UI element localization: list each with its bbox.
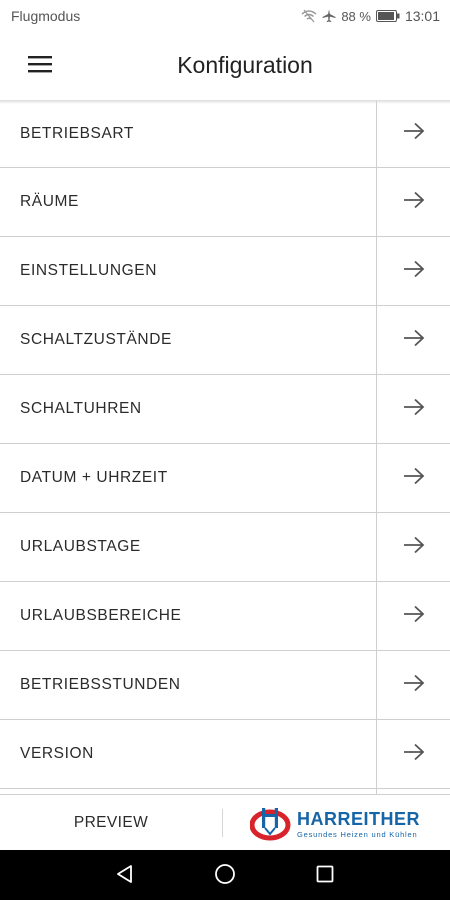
arrow-right-icon [403, 329, 425, 352]
row-arrow-button[interactable] [376, 168, 450, 236]
menu-item-einstellungen[interactable]: EINSTELLUNGEN [0, 237, 450, 306]
menu-item-urlaubstage[interactable]: URLAUBSTAGE [0, 513, 450, 582]
row-arrow-button[interactable] [376, 100, 450, 167]
menu-item-datum-uhrzeit[interactable]: DATUM + UHRZEIT [0, 444, 450, 513]
row-arrow-button[interactable] [376, 720, 450, 788]
row-arrow-button[interactable] [376, 237, 450, 305]
menu-item-label: BETRIEBSSTUNDEN [20, 676, 181, 693]
nav-back-button[interactable] [112, 863, 138, 889]
row-arrow-button[interactable] [376, 651, 450, 719]
row-arrow-button[interactable] [376, 582, 450, 650]
harreither-logo-mark [250, 808, 291, 841]
arrow-right-icon [403, 743, 425, 766]
menu-item-label: URLAUBSBEREICHE [20, 607, 182, 624]
row-arrow-button[interactable] [376, 444, 450, 512]
menu-item-schaltuhren[interactable]: SCHALTUHREN [0, 375, 450, 444]
battery-percent: 88 % [341, 8, 371, 24]
wifi-off-icon [301, 9, 317, 23]
airplane-icon [322, 9, 336, 23]
menu-item-label: SCHALTZUSTÄNDE [20, 331, 172, 348]
brand-tagline: Gesundes Heizen und Kühlen [297, 830, 418, 839]
nav-recent-button[interactable] [312, 863, 338, 889]
row-arrow-button[interactable] [376, 513, 450, 581]
menu-item-version[interactable]: VERSION [0, 720, 450, 789]
menu-item-raeume[interactable]: RÄUME [0, 168, 450, 237]
back-triangle-icon [115, 864, 135, 889]
menu-item-label: RÄUME [20, 193, 79, 210]
brand-name: HARREITHER [297, 809, 421, 829]
config-menu-list: BETRIEBSART RÄUME EINSTELLUNGEN SCHALTZU… [0, 100, 450, 794]
bottom-bar: PREVIEW HARREITHER Gesundes Heizen und K… [0, 794, 450, 850]
menu-item-label: SCHALTUHREN [20, 400, 142, 417]
airplane-mode-label: Flugmodus [11, 8, 81, 24]
arrow-right-icon [403, 605, 425, 628]
status-bar: Flugmodus 88 % 13:01 [0, 0, 450, 32]
app-bar: Konfiguration [0, 32, 450, 100]
recent-square-icon [316, 865, 334, 888]
nav-home-button[interactable] [212, 863, 238, 889]
arrow-right-icon [403, 467, 425, 490]
menu-item-betriebsart[interactable]: BETRIEBSART [0, 100, 450, 168]
status-icons: 88 % 13:01 [301, 6, 440, 26]
arrow-right-icon [403, 191, 425, 214]
home-circle-icon [214, 863, 236, 890]
arrow-right-icon [403, 398, 425, 421]
system-nav-bar [0, 850, 450, 900]
menu-item-label: BETRIEBSART [20, 124, 134, 142]
bottom-divider [222, 809, 223, 837]
menu-item-betriebsstunden[interactable]: BETRIEBSSTUNDEN [0, 651, 450, 720]
harreither-logo: HARREITHER Gesundes Heizen und Kühlen [250, 804, 430, 842]
menu-item-label: DATUM + UHRZEIT [20, 469, 168, 486]
app-bar-shadow [0, 100, 450, 104]
menu-item-label: EINSTELLUNGEN [20, 262, 157, 279]
clock: 13:01 [404, 8, 440, 24]
arrow-right-icon [403, 260, 425, 283]
battery-icon [375, 10, 400, 22]
row-arrow-button[interactable] [376, 306, 450, 374]
arrow-right-icon [403, 122, 425, 145]
menu-item-schaltzustaende[interactable]: SCHALTZUSTÄNDE [0, 306, 450, 375]
row-arrow-button[interactable] [376, 375, 450, 443]
arrow-right-icon [403, 536, 425, 559]
preview-button[interactable]: PREVIEW [0, 795, 222, 850]
arrow-right-icon [403, 674, 425, 697]
menu-item-label: URLAUBSTAGE [20, 538, 141, 555]
menu-item-urlaubsbereiche[interactable]: URLAUBSBEREICHE [0, 582, 450, 651]
menu-item-label: VERSION [20, 745, 94, 762]
page-title: Konfiguration [177, 52, 313, 78]
